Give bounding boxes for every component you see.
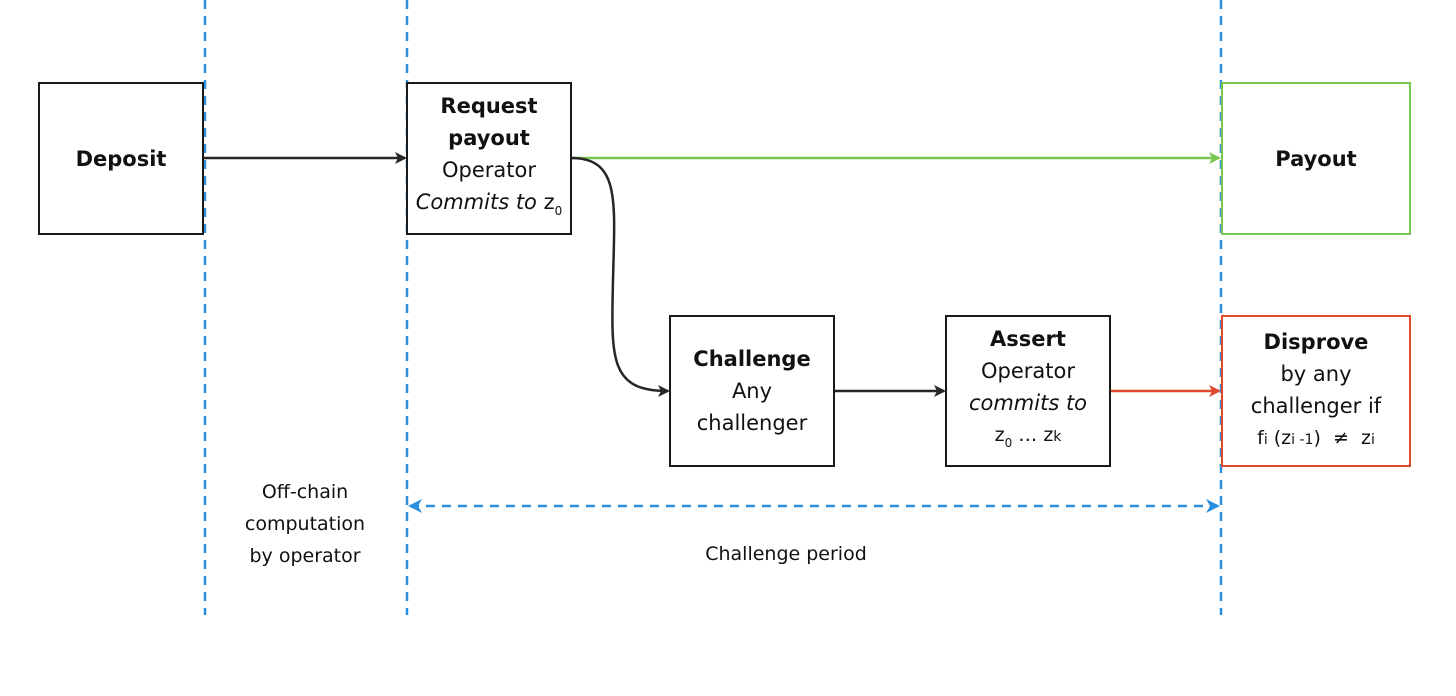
- assert-action: commits to: [968, 391, 1088, 415]
- node-deposit: Deposit: [38, 82, 204, 235]
- offchain-label: Off-chain computation by operator: [220, 476, 390, 572]
- disprove-line2: challenger if: [1250, 394, 1382, 418]
- request-payout-actor: Operator: [442, 158, 536, 182]
- payout-title: Payout: [1275, 146, 1357, 171]
- offchain-line3: by operator: [249, 545, 361, 567]
- node-challenge: Challenge Any challenger: [669, 315, 835, 467]
- cond-arg: (z: [1273, 427, 1292, 449]
- node-payout: Payout: [1221, 82, 1411, 235]
- request-payout-commit: Commits to z0: [416, 186, 563, 227]
- node-request-payout: Request payout Operator Commits to z0: [406, 82, 572, 235]
- assert-range-end: z: [1043, 424, 1054, 446]
- request-payout-var: z: [543, 190, 555, 214]
- challenge-actor-line2: challenger: [696, 411, 808, 435]
- assert-range-start-sub: 0: [1004, 436, 1013, 450]
- assert-range: z0 … zk: [995, 419, 1062, 459]
- assert-title: Assert: [990, 327, 1066, 351]
- offchain-line2: computation: [244, 513, 366, 535]
- cond-neq: ≠: [1332, 427, 1349, 449]
- request-payout-action: Commits to: [415, 190, 537, 214]
- node-assert: Assert Operator commits to z0 … zk: [945, 315, 1111, 467]
- node-disprove: Disprove by any challenger if fi (zi -1)…: [1221, 315, 1411, 467]
- cond-f-sub: i: [1263, 432, 1268, 448]
- offchain-line1: Off-chain: [261, 481, 349, 503]
- cond-rhs: z: [1361, 427, 1371, 449]
- challenge-actor-line1: Any: [731, 379, 773, 403]
- assert-actor: Operator: [981, 359, 1075, 383]
- edge-request-to-challenge: [570, 156, 670, 397]
- deposit-title: Deposit: [75, 146, 167, 171]
- cond-rhs-sub: i: [1370, 432, 1375, 448]
- assert-range-ellipsis: …: [1018, 424, 1038, 446]
- assert-range-start: z: [994, 424, 1005, 446]
- disprove-line1: by any: [1280, 362, 1352, 386]
- cond-f: f: [1257, 427, 1264, 449]
- assert-range-end-sub: k: [1053, 429, 1062, 445]
- disprove-condition: fi (zi -1) ≠ zi: [1257, 422, 1375, 456]
- cond-close: ): [1313, 427, 1321, 449]
- challenge-title: Challenge: [693, 347, 811, 371]
- cond-arg-sub: i -1: [1291, 432, 1314, 448]
- request-payout-title: Request payout: [440, 94, 538, 150]
- disprove-title: Disprove: [1263, 330, 1369, 354]
- request-payout-var-sub: 0: [554, 204, 563, 218]
- challenge-period-label: Challenge period: [705, 543, 867, 565]
